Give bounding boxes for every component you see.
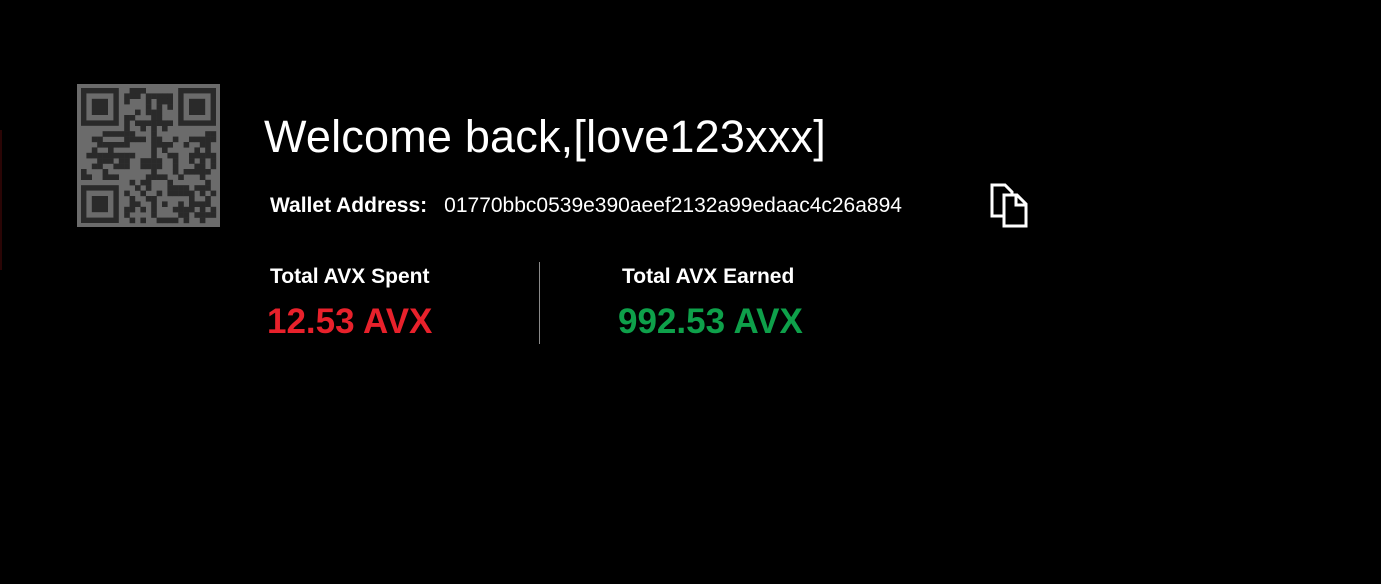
total-spent-value: 12.53 AVX (267, 302, 433, 341)
total-spent-label: Total AVX Spent (270, 265, 430, 288)
total-earned-panel: Total AVX Earned 992.53 AVX (618, 264, 803, 343)
left-edge-accent (0, 130, 2, 270)
qr-code-graphic (81, 88, 217, 224)
qr-code-icon[interactable] (77, 84, 220, 227)
wallet-address-label: Wallet Address: (270, 194, 428, 217)
dashboard-screen: Welcome back,[love123xxx] Wallet Address… (0, 0, 1381, 584)
total-earned-value: 992.53 AVX (618, 302, 803, 341)
wallet-address-row: Wallet Address: 01770bbc0539e390aeef2132… (270, 191, 902, 221)
copy-address-button[interactable] (988, 182, 1032, 228)
wallet-address-value[interactable]: 01770bbc0539e390aeef2132a99edaac4c26a894 (444, 194, 902, 218)
stats-divider (539, 262, 540, 344)
total-spent-panel: Total AVX Spent 12.53 AVX (267, 264, 433, 343)
total-earned-label: Total AVX Earned (622, 265, 795, 288)
welcome-heading: Welcome back,[love123xxx] (264, 111, 826, 162)
copy-icon (990, 183, 1028, 228)
